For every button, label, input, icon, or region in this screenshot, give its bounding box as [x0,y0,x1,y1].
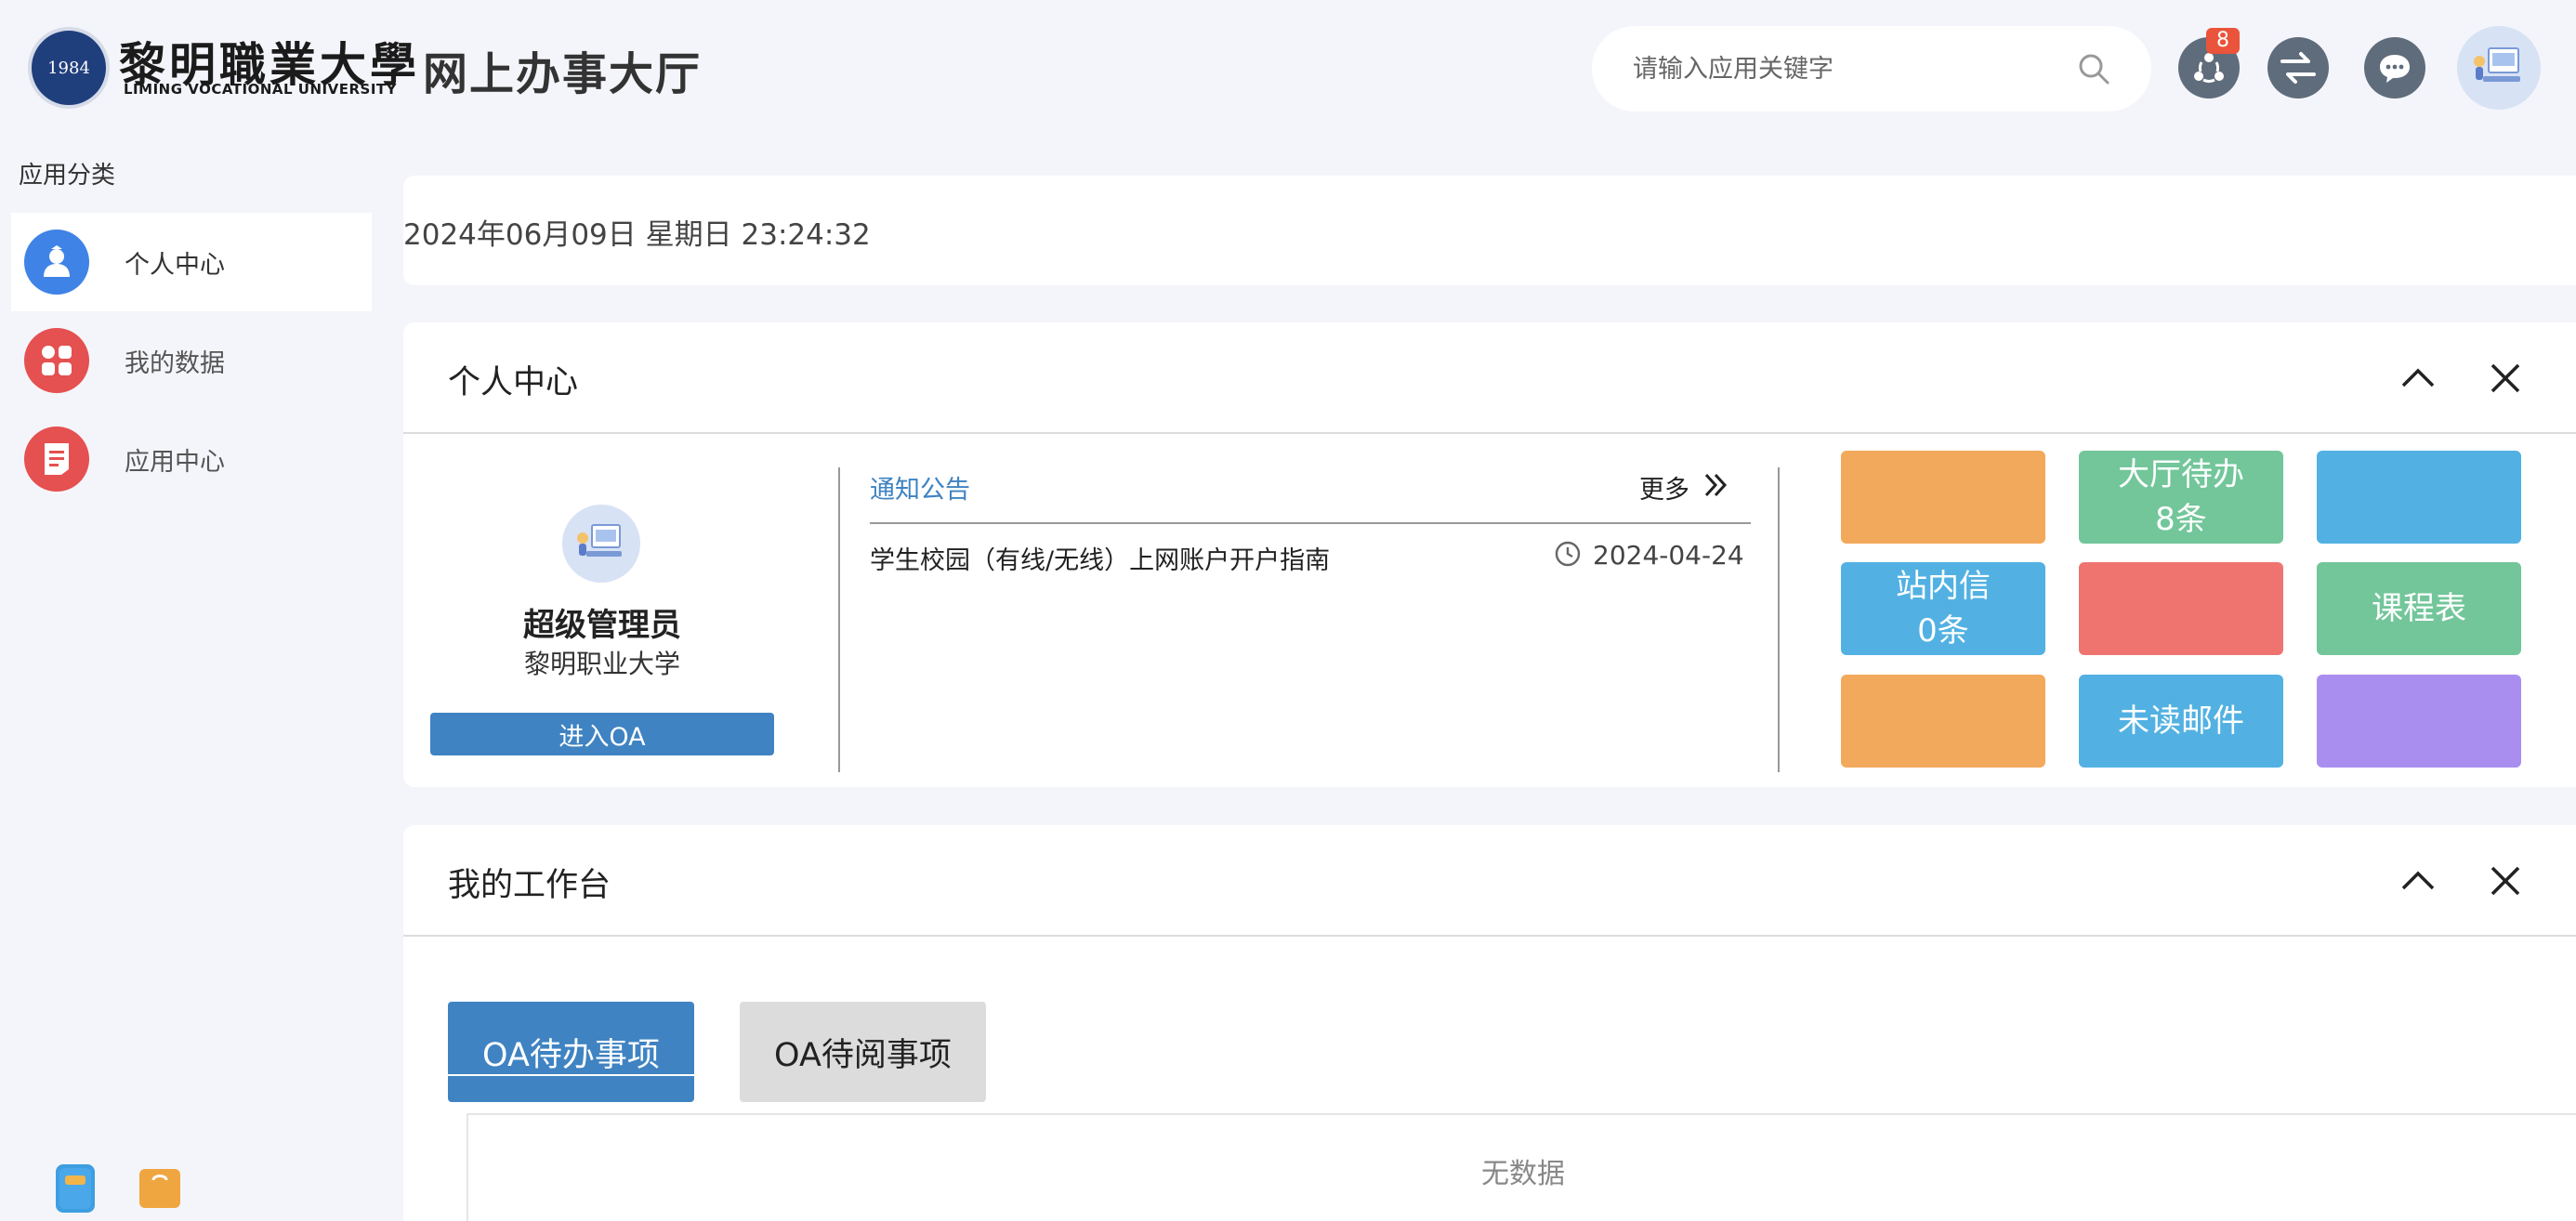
user-avatar-button[interactable] [2457,26,2541,110]
hall-todo-tile[interactable]: 大厅待办 8条 [2079,451,2283,544]
sidebar-item-my-data[interactable]: 我的数据 [11,311,372,410]
user-school: 黎明职业大学 [523,649,680,679]
user-icon [24,230,89,295]
search-box [1592,26,2151,112]
datetime-bar: 2024年06月09日 星期日 23:24:32 [403,176,2576,285]
sidebar-item-label: 应用中心 [125,447,225,477]
unread-mail-tile[interactable]: 未读邮件 [2079,675,2283,768]
mobile-app-icon[interactable] [56,1164,95,1213]
avatar-illustration-icon [2474,47,2520,82]
search-input[interactable] [1633,45,2070,93]
close-icon[interactable] [2483,356,2528,400]
card-header: 我的工作台 [403,825,2576,937]
grid-icon [24,328,89,393]
chevron-up-icon[interactable] [2396,859,2440,903]
sidebar-item-label: 我的数据 [125,348,225,378]
card-title: 个人中心 [448,364,579,401]
card-header: 个人中心 [403,322,2576,434]
notice-item-date: 2024-04-24 [1593,540,1744,571]
portal-title: 网上办事大厅 [423,48,703,100]
notification-count-badge: 8 [2206,28,2240,54]
personal-center-card: 个人中心 超级管理员 黎明职业大学 进入OA 通知公告 更多 学生校园（有线/无… [403,322,2576,787]
user-name: 超级管理员 [523,607,681,644]
user-avatar [562,505,640,583]
enter-oa-button[interactable]: 进入OA [430,713,774,755]
share-hub-icon [2194,53,2224,83]
double-chevron-right-icon[interactable] [1701,469,1732,501]
site-messages-tile[interactable]: 站内信 0条 [1841,562,2045,655]
tab-oa-toread[interactable]: OA待阅事项 [740,1002,986,1102]
chevron-up-icon[interactable] [2396,356,2440,400]
shortcut-tile[interactable] [1841,675,2045,768]
divider [838,467,840,772]
shortcut-tile[interactable] [2317,451,2521,544]
chat-bubble-icon [2380,55,2410,83]
more-link[interactable]: 更多 [1639,469,1689,505]
switch-button[interactable] [2267,37,2329,98]
card-title: 我的工作台 [448,867,611,904]
sidebar-item-label: 个人中心 [125,250,225,280]
shortcut-tile[interactable] [2317,675,2521,768]
divider [1778,467,1780,772]
shortcut-tile[interactable] [2079,562,2283,655]
empty-state-text: 无数据 [1481,1158,1565,1190]
shortcut-tile[interactable] [1841,451,2045,544]
document-icon [24,427,89,492]
university-emblem-logo: 1984 [28,27,110,109]
university-english-name: LIMING VOCATIONAL UNIVERSITY [124,81,397,98]
message-button[interactable] [2364,37,2425,98]
swap-arrows-icon [2280,52,2316,84]
course-schedule-tile[interactable]: 课程表 [2317,562,2521,655]
tab-notices[interactable]: 通知公告 [870,469,970,505]
clock-icon [1555,541,1581,567]
tab-oa-todo[interactable]: OA待办事项 [448,1002,694,1102]
sidebar-title: 应用分类 [19,162,116,190]
close-icon[interactable] [2483,859,2528,903]
my-workbench-card: 我的工作台 OA待办事项 OA待阅事项 无数据 [403,825,2576,1221]
search-icon[interactable] [2077,52,2110,85]
current-datetime: 2024年06月09日 星期日 23:24:32 [403,218,871,252]
shopping-bag-icon[interactable] [139,1169,180,1208]
divider [870,522,1751,524]
todo-table: 无数据 [467,1113,2576,1221]
sidebar-item-app-center[interactable]: 应用中心 [11,410,372,508]
notice-item-title[interactable]: 学生校园（有线/无线）上网账户开户指南 [870,540,1330,576]
sidebar-item-personal-center[interactable]: 个人中心 [11,213,372,311]
